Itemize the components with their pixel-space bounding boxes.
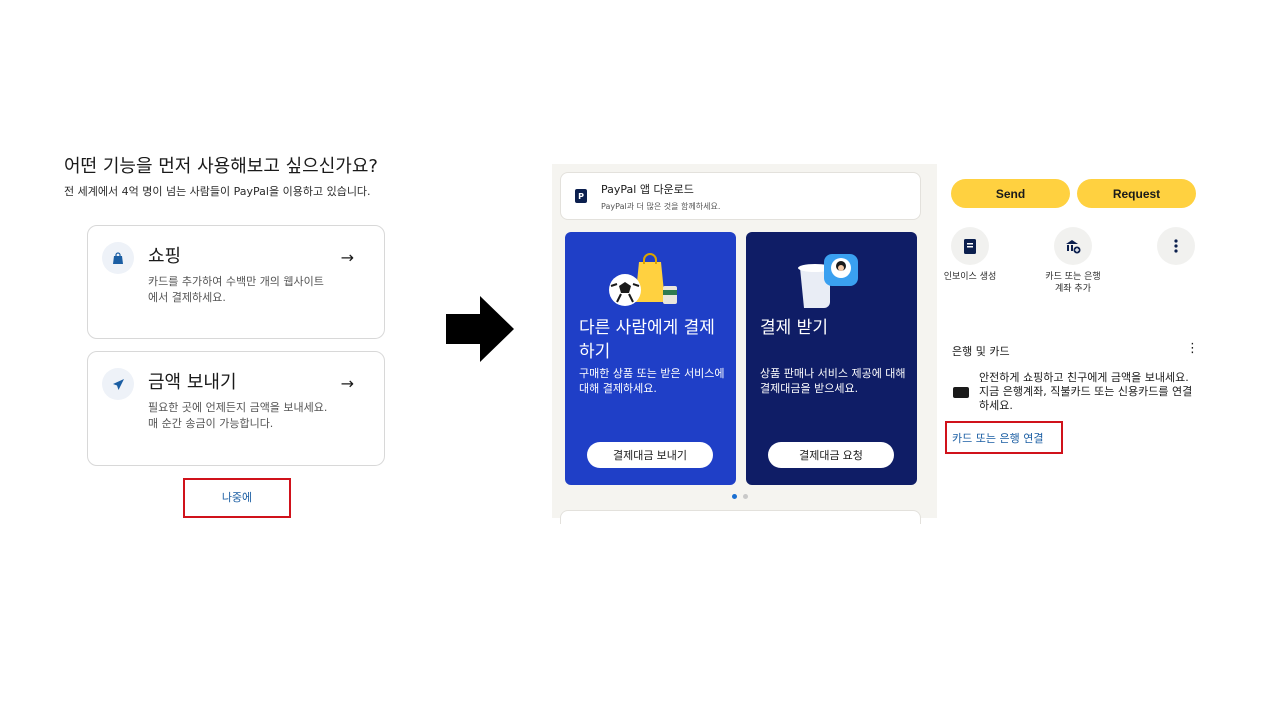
- send-button[interactable]: Send: [951, 179, 1070, 208]
- more-options-icon[interactable]: ⋮: [1186, 341, 1199, 356]
- later-link[interactable]: 나중에: [222, 489, 252, 505]
- download-banner-title: PayPal 앱 다운로드: [601, 183, 694, 196]
- request-payment-button[interactable]: 결제대금 요청: [768, 442, 894, 468]
- option-title: 금액 보내기: [148, 372, 237, 393]
- carousel-dot-active[interactable]: [732, 494, 737, 499]
- bank-cards-description: 안전하게 쇼핑하고 친구에게 금액을 보내세요. 지금 은행계좌, 직불카드 또…: [979, 371, 1193, 412]
- promo-card-receive[interactable]: 결제 받기 상품 판매나 서비스 제공에 대해 결제대금을 받으세요. 결제대금…: [746, 232, 917, 485]
- promo-card-title: 다른 사람에게 결제하기: [579, 318, 715, 362]
- download-banner-subtitle: PayPal과 더 많은 것을 함께하세요.: [601, 202, 721, 211]
- send-money-option-card[interactable]: 금액 보내기 필요한 곳에 언제든지 금액을 보내세요. 매 순간 송금이 가능…: [87, 351, 385, 466]
- invoice-avatar-illustration-icon: [798, 254, 858, 308]
- more-vertical-icon[interactable]: [1157, 227, 1195, 265]
- option-title: 쇼핑: [148, 246, 182, 267]
- promo-card-description: 구매한 상품 또는 받은 서비스에 대해 결제하세요.: [579, 367, 725, 395]
- carousel-pagination[interactable]: [732, 494, 748, 499]
- later-highlight-box: 나중에: [183, 478, 291, 518]
- arrow-right-icon: →: [340, 374, 354, 393]
- invoice-icon[interactable]: [951, 227, 989, 265]
- quick-action-label: 카드 또는 은행계좌 추가: [1045, 272, 1101, 294]
- bank-cards-heading: 은행 및 카드: [952, 345, 1010, 358]
- app-home-panel: P PayPal 앱 다운로드 PayPal과 더 많은 것을 함께하세요. 다…: [552, 164, 937, 524]
- shopping-illustration-icon: [609, 253, 677, 306]
- send-plane-icon: [102, 368, 134, 400]
- card-icon: [953, 387, 969, 398]
- option-description: 필요한 곳에 언제든지 금액을 보내세요. 매 순간 송금이 가능합니다.: [148, 401, 328, 430]
- send-payment-button[interactable]: 결제대금 보내기: [587, 442, 713, 468]
- onboarding-subtitle: 전 세계에서 4억 명이 넘는 사람들이 PayPal을 이용하고 있습니다.: [64, 185, 371, 198]
- request-button[interactable]: Request: [1077, 179, 1196, 208]
- link-card-highlight-box: 카드 또는 은행 연결: [945, 421, 1063, 454]
- onboarding-title: 어떤 기능을 먼저 사용해보고 싶으신가요?: [64, 156, 378, 177]
- promo-card-title: 결제 받기: [760, 318, 828, 338]
- arrow-right-icon: [446, 296, 514, 362]
- promo-card-pay[interactable]: 다른 사람에게 결제하기 구매한 상품 또는 받은 서비스에 대해 결제하세요.…: [565, 232, 736, 485]
- paypal-logo-icon: P: [575, 189, 587, 203]
- link-card-or-bank-link[interactable]: 카드 또는 은행 연결: [952, 430, 1043, 446]
- shopping-bag-icon: [102, 242, 134, 274]
- promo-card-description: 상품 판매나 서비스 제공에 대해 결제대금을 받으세요.: [760, 367, 906, 395]
- quick-action-label: 인보이스 생성: [943, 272, 997, 282]
- add-bank-icon[interactable]: [1054, 227, 1092, 265]
- carousel-dot[interactable]: [743, 494, 748, 499]
- option-description: 카드를 추가하여 수백만 개의 웹사이트에서 결제하세요.: [148, 275, 324, 304]
- arrow-right-icon: →: [340, 248, 354, 267]
- shopping-option-card[interactable]: 쇼핑 카드를 추가하여 수백만 개의 웹사이트에서 결제하세요. →: [87, 225, 385, 339]
- download-app-banner[interactable]: P PayPal 앱 다운로드 PayPal과 더 많은 것을 함께하세요.: [560, 172, 921, 220]
- next-card-preview: [560, 510, 921, 524]
